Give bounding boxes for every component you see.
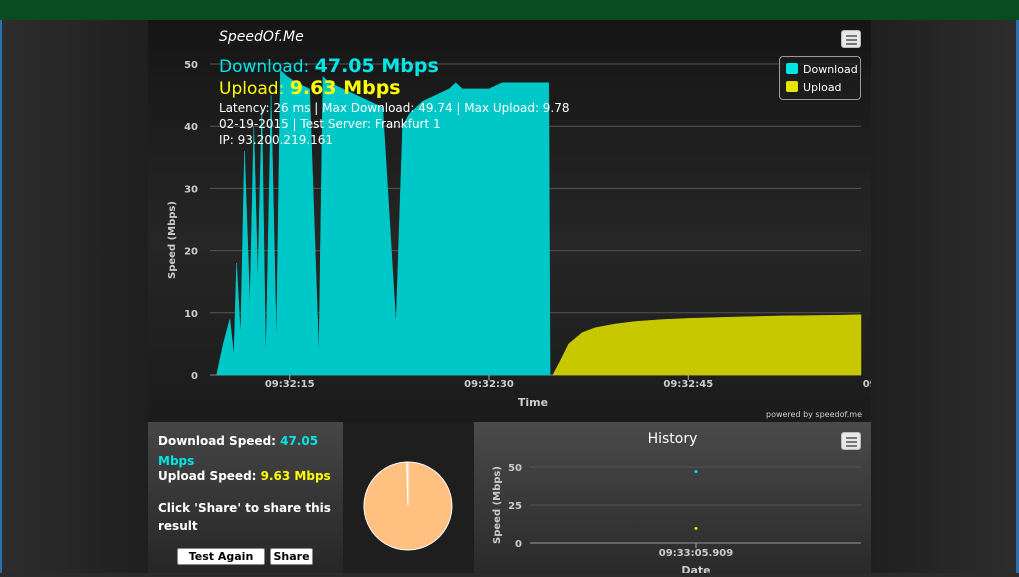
right-background (871, 20, 1019, 573)
info-download-value: 47.05 (280, 434, 319, 448)
result-info-panel: Download Speed: 47.05 Mbps Upload Speed:… (148, 422, 343, 573)
y-tick-label: 30 (184, 184, 198, 195)
x-tick-label: 09:32:45 (663, 379, 713, 390)
info-upload-value: 9.63 Mbps (260, 469, 331, 483)
legend-swatch-upload (786, 81, 798, 92)
window-edge-left (0, 20, 2, 573)
pie-panel (343, 422, 474, 573)
y-tick-label: 10 (184, 309, 198, 320)
summary-ip-line: IP: 93.200.219.161 (219, 133, 334, 147)
y-tick-label: 50 (184, 60, 198, 71)
history-point-download (694, 469, 698, 473)
history-y-tick-label: 0 (515, 539, 522, 550)
info-download-unit: Mbps (158, 454, 195, 468)
history-y-axis-label: Speed (Mbps) (492, 466, 503, 544)
legend-item-download[interactable]: Download (786, 63, 858, 76)
summary-latency-line: Latency: 26 ms | Max Download: 49.74 | M… (219, 101, 570, 115)
series-area-upload (552, 314, 862, 376)
history-point-upload (694, 526, 698, 530)
history-y-tick-label: 50 (508, 463, 522, 474)
share-hint-line-2: result (158, 519, 198, 533)
history-x-tick-label: 09:33:05.909 (659, 548, 733, 559)
legend-item-upload[interactable]: Upload (786, 81, 842, 94)
share-hint-line-1: Click 'Share' to share this (158, 501, 331, 515)
test-again-button[interactable]: Test Again (177, 548, 265, 565)
speed-chart-panel: 0 10 20 30 40 50 09:32:15 09:32:30 09:32:45 09:33… (148, 20, 871, 422)
top-bar (0, 0, 1019, 20)
x-axis-label: Time (518, 396, 548, 409)
x-tick-label: 09:33:00 (863, 379, 871, 390)
chart-menu-button[interactable] (841, 30, 861, 48)
info-upload-label: Upload Speed: (158, 469, 261, 483)
summary-download-value: 47.05 Mbps (314, 55, 439, 77)
history-title: History (647, 431, 698, 447)
summary-upload-value: 9.63 Mbps (289, 77, 401, 99)
summary-upload-label: Upload: (219, 79, 290, 99)
info-upload-line: Upload Speed: 9.63 Mbps (158, 469, 331, 483)
y-tick-label: 20 (184, 247, 198, 258)
info-download-label: Download Speed: (158, 434, 281, 448)
history-menu-button[interactable] (841, 432, 861, 450)
summary-download: Download: 47.05 Mbps (219, 56, 570, 78)
history-x-axis-label: Date (681, 564, 710, 573)
x-tick-label: 09:32:30 (464, 379, 514, 390)
chart-title: SpeedOf.Me (219, 29, 304, 45)
powered-by-link[interactable]: powered by speedof.me (766, 410, 862, 419)
summary-download-label: Download: (219, 57, 315, 77)
legend-swatch-download (786, 63, 798, 74)
summary-upload: Upload: 9.63 Mbps (219, 78, 570, 100)
left-background (0, 20, 148, 573)
history-panel: History 0 25 50 09:33:05.909 Date Speed (Mbps… (474, 422, 871, 577)
share-button[interactable]: Share (270, 548, 313, 565)
info-download-line: Download Speed: 47.05 (158, 434, 318, 448)
x-tick-label: 09:32:15 (265, 379, 315, 390)
legend-label-download: Download (803, 63, 858, 76)
summary-date-server-line: 02-19-2015 | Test Server: Frankfurt 1 (219, 117, 441, 131)
history-y-tick-label: 25 (508, 501, 522, 512)
result-summary: Download: 47.05 Mbps Upload: 9.63 Mbps L… (219, 56, 570, 148)
chart-legend: Download Upload (779, 56, 861, 100)
y-tick-label: 40 (184, 122, 198, 133)
y-axis-label: Speed (Mbps) (167, 201, 178, 279)
y-tick-label: 0 (191, 371, 198, 382)
legend-label-upload: Upload (803, 81, 842, 94)
pie-chart (363, 461, 453, 551)
